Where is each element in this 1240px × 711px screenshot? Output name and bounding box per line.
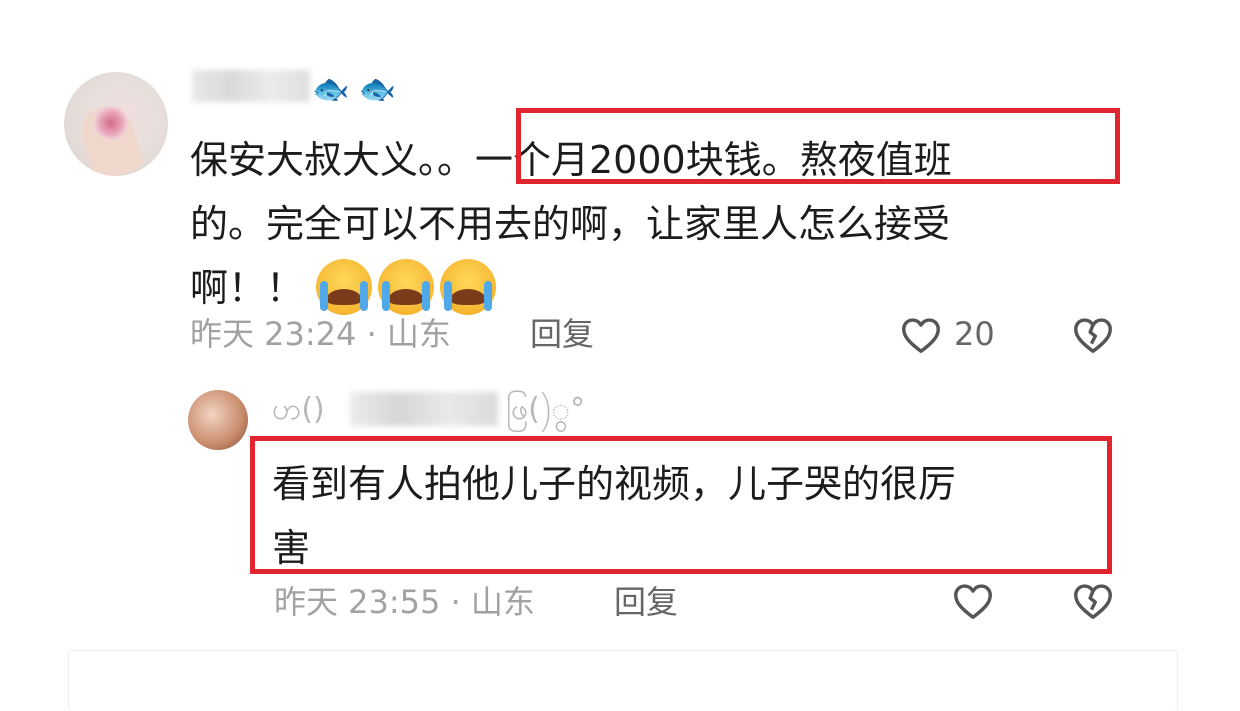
avatar-flower-graphic (94, 106, 128, 140)
loudly-crying-face-icon (378, 259, 435, 315)
like-count: 20 (954, 315, 995, 353)
loudly-crying-face-icon (440, 259, 497, 315)
replier-name-prefix: ဟ() (272, 392, 325, 427)
comment-input-area[interactable] (68, 650, 1178, 711)
commenter-avatar[interactable] (64, 72, 168, 176)
broken-heart-icon[interactable] (1070, 312, 1116, 358)
replier-avatar[interactable] (188, 390, 248, 450)
heart-outline-icon[interactable] (950, 578, 996, 624)
reply-reply-button[interactable]: 回复 (614, 582, 678, 622)
comment-line-3: 啊！！ (190, 256, 1130, 320)
comment-line-3-text: 啊！！ (190, 266, 305, 310)
highlight-box-reply (250, 436, 1112, 574)
reply-button[interactable]: 回复 (530, 314, 594, 354)
reply-timestamp-location: 昨天 23:55 · 山东 (274, 583, 535, 621)
broken-heart-icon[interactable] (1070, 578, 1116, 624)
heart-outline-icon[interactable] (898, 312, 944, 358)
replier-name-suffix: ဖြ()ွ° (506, 392, 586, 427)
commenter-name-suffix: 🐟 🐟 (312, 72, 397, 107)
comment-timestamp-location: 昨天 23:24 · 山东 (190, 315, 451, 353)
replier-name-redacted[interactable] (350, 392, 498, 426)
comment-line-2: 的。完全可以不用去的啊，让家里人怎么接受 (190, 202, 951, 246)
loudly-crying-face-icon (316, 259, 373, 315)
commenter-name-redacted[interactable] (192, 70, 310, 102)
highlight-box-salary (516, 108, 1120, 184)
